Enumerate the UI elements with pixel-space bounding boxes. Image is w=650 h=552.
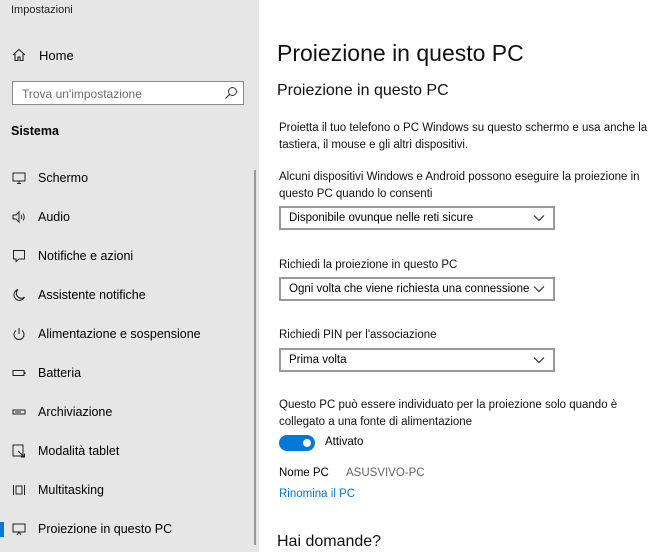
sidebar-item-label: Schermo (38, 171, 89, 185)
sidebar-item-label: Modalità tablet (38, 444, 120, 458)
sidebar-item-label: Batteria (38, 366, 82, 380)
projection-icon (12, 522, 26, 536)
sidebar-item-batteria[interactable]: Batteria (0, 355, 259, 391)
home-nav-item[interactable]: Home (12, 44, 74, 66)
search-icon[interactable] (224, 86, 238, 100)
sidebar-item-proiezione[interactable]: Proiezione in questo PC (0, 511, 259, 547)
active-indicator (0, 522, 4, 537)
power-label: Questo PC può essere individuato per la … (279, 399, 618, 428)
sidebar-item-notifiche[interactable]: Notifiche e azioni (0, 238, 259, 274)
monitor-icon (12, 171, 26, 185)
sidebar-item-multitasking[interactable]: Multitasking (0, 472, 259, 508)
pc-name-label: Nome PC (279, 467, 329, 479)
search-placeholder: Trova un'impostazione (22, 87, 142, 101)
chevron-down-icon (533, 357, 545, 364)
sidebar-scrollbar[interactable] (254, 170, 256, 545)
moon-icon (12, 288, 26, 302)
multitasking-icon (12, 483, 26, 497)
sidebar-item-schermo[interactable]: Schermo (0, 160, 259, 196)
dropdown-value: Ogni volta che viene richiesta una conne… (289, 283, 530, 295)
dropdown-value: Disponibile ovunque nelle reti sicure (289, 212, 474, 224)
sidebar-item-label: Assistente notifiche (38, 288, 146, 302)
pin-dropdown[interactable]: Prima volta (279, 348, 555, 372)
ask-label: Richiedi la proiezione in questo PC (279, 259, 458, 271)
sidebar-item-audio[interactable]: Audio (0, 199, 259, 235)
power-toggle[interactable] (279, 435, 315, 451)
sidebar-item-label: Notifiche e azioni (38, 249, 134, 263)
ask-dropdown[interactable]: Ogni volta che viene richiesta una conne… (279, 277, 555, 301)
sidebar-item-label: Multitasking (38, 483, 104, 497)
power-icon (12, 327, 26, 341)
sidebar-item-archiviazione[interactable]: Archiviazione (0, 394, 259, 430)
section-heading: Proiezione in questo PC (277, 82, 449, 99)
tablet-mode-icon (12, 444, 26, 458)
sidebar-item-label: Proiezione in questo PC (38, 522, 173, 536)
speaker-icon (12, 210, 26, 224)
main-content: Proiezione in questo PC Proiezione in qu… (259, 0, 650, 552)
sidebar-item-label: Audio (38, 210, 70, 224)
pin-label: Richiedi PIN per l'associazione (279, 329, 437, 341)
sidebar-item-modalita-tablet[interactable]: Modalità tablet (0, 433, 259, 469)
search-input[interactable]: Trova un'impostazione (12, 81, 244, 105)
home-icon (12, 48, 26, 62)
section-label: Sistema (11, 124, 59, 138)
pc-name-value: ASUSVIVO-PC (346, 467, 425, 479)
storage-icon (12, 405, 26, 419)
message-icon (12, 249, 26, 263)
availability-dropdown[interactable]: Disponibile ovunque nelle reti sicure (279, 206, 555, 230)
sidebar-item-label: Archiviazione (38, 405, 113, 419)
battery-icon (12, 366, 26, 380)
page-title: Proiezione in questo PC (277, 40, 524, 66)
faq-heading: Hai domande? (277, 533, 382, 550)
sidebar-item-label: Alimentazione e sospensione (38, 327, 201, 341)
chevron-down-icon (533, 215, 545, 222)
chevron-down-icon (533, 286, 545, 293)
sidebar: Impostazioni Home Trova un'impostazione … (0, 0, 259, 552)
availability-label: Alcuni dispositivi Windows e Android pos… (279, 171, 640, 200)
sidebar-item-assistente[interactable]: Assistente notifiche (0, 277, 259, 313)
home-label: Home (39, 47, 74, 63)
toggle-knob (303, 439, 311, 447)
rename-pc-link[interactable]: Rinomina il PC (279, 488, 355, 500)
sidebar-item-alimentazione[interactable]: Alimentazione e sospensione (0, 316, 259, 352)
dropdown-value: Prima volta (289, 354, 347, 366)
app-title: Impostazioni (11, 4, 73, 16)
intro-text: Proietta il tuo telefono o PC Windows su… (279, 122, 648, 151)
toggle-state-label: Attivato (325, 436, 364, 448)
